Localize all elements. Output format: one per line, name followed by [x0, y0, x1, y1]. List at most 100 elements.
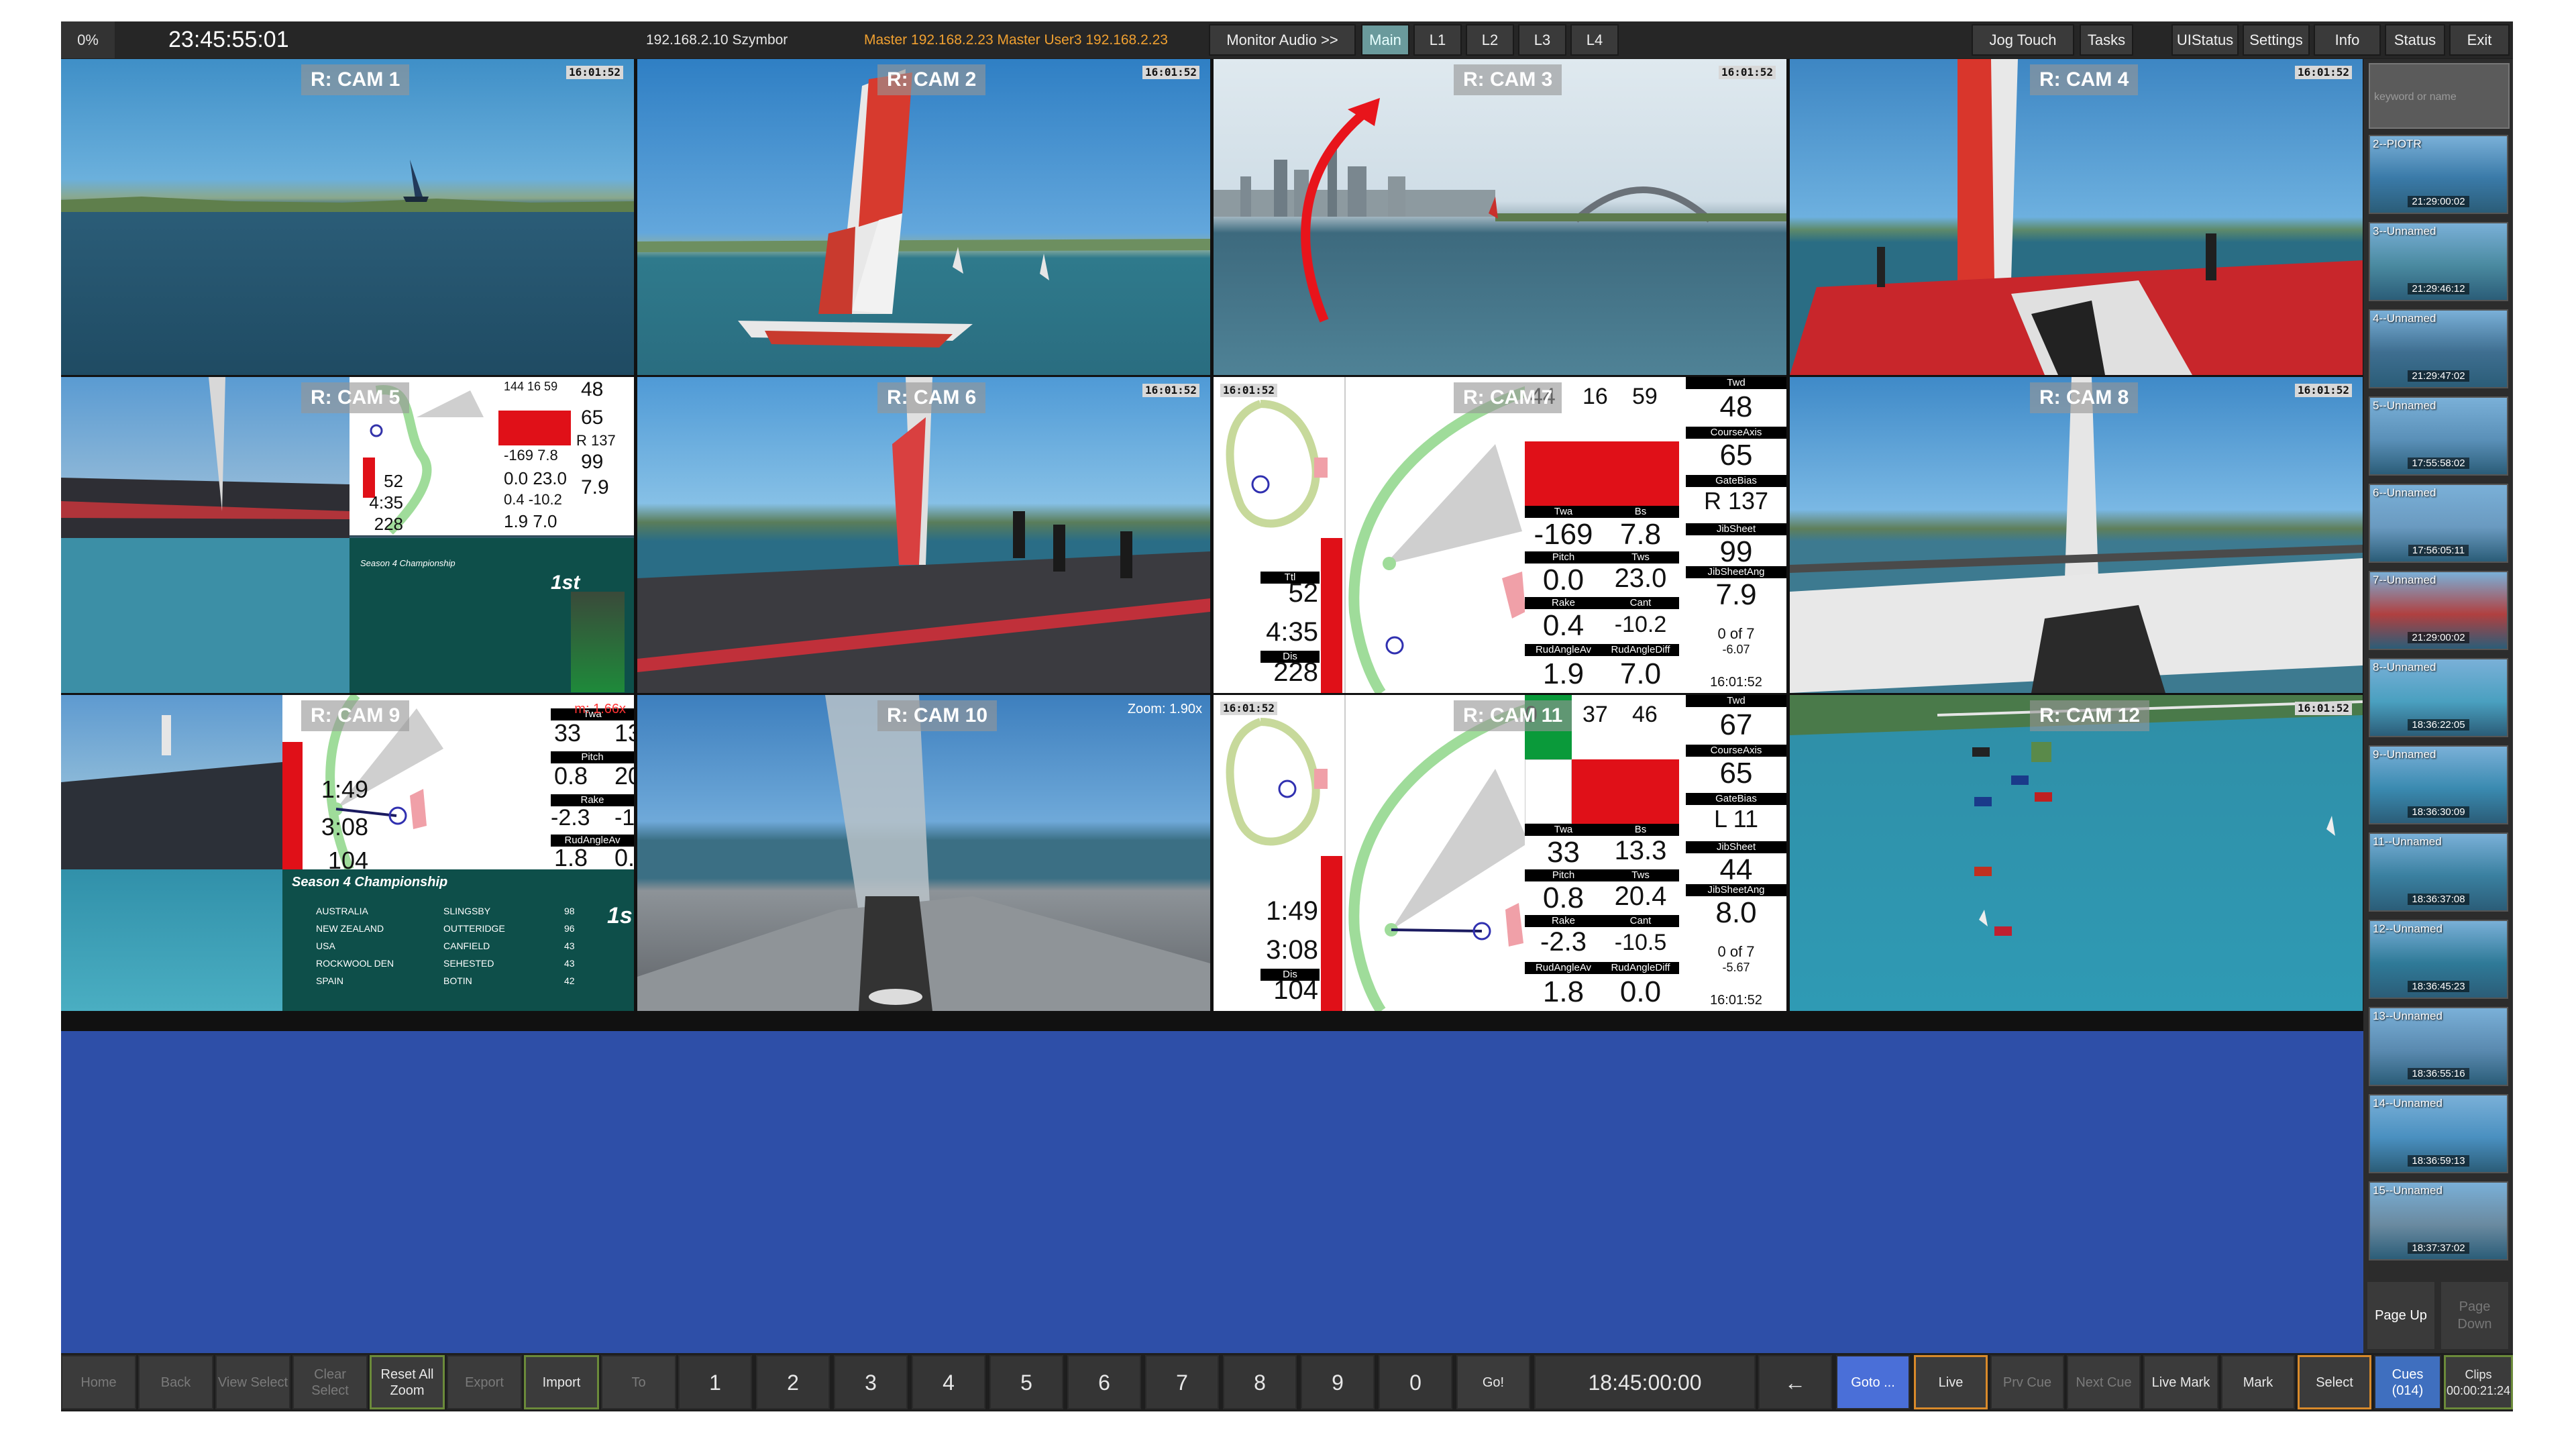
clip-timecode: 18:37:37:02: [2370, 1242, 2507, 1254]
clip-thumbnail[interactable]: 11--Unnamed 18:36:37:08: [2369, 833, 2508, 912]
camera-tile-4[interactable]: R: CAM 4 16:01:52: [1790, 59, 2363, 375]
clip-thumbnail[interactable]: 6--Unnamed 17:56:05:11: [2369, 484, 2508, 563]
clip-thumbnail[interactable]: 14--Unnamed 18:36:59:13: [2369, 1094, 2508, 1173]
telemetry-rud-av: 1.9: [1542, 657, 1585, 690]
uistatus-button[interactable]: UIStatus: [2171, 24, 2239, 56]
camera-timecode: 16:01:52: [2294, 702, 2352, 715]
clip-thumbnail[interactable]: 3--Unnamed 21:29:46:12: [2369, 222, 2508, 301]
clip-thumbnail[interactable]: 15--Unnamed 18:37:37:02: [2369, 1181, 2508, 1260]
telemetry-tws: 23.0: [1614, 564, 1667, 593]
digit-1-button[interactable]: 1: [678, 1355, 752, 1409]
empty-viewport-area[interactable]: [61, 1031, 2363, 1353]
clip-thumbnail[interactable]: 2--PIOTR 21:29:00:02: [2369, 135, 2508, 214]
backspace-button[interactable]: ←: [1758, 1355, 1832, 1409]
l3-button[interactable]: L3: [1518, 24, 1566, 56]
monitor-audio-button[interactable]: Monitor Audio >>: [1209, 24, 1356, 56]
camera-timecode: 16:01:52: [566, 66, 623, 79]
bottom-bar: Home Back View Select Clear Select Reset…: [61, 1353, 2513, 1411]
status-button[interactable]: Status: [2385, 24, 2445, 56]
clip-timecode-text: 18:36:55:16: [2408, 1068, 2469, 1079]
camera-tile-3[interactable]: R: CAM 3 16:01:52: [1214, 59, 1786, 375]
live-mark-button[interactable]: Live Mark: [2143, 1355, 2218, 1409]
standings-team: AUSTRALIA: [316, 906, 368, 916]
telemetry-rake: 0.4: [1542, 609, 1585, 642]
clip-thumbnail[interactable]: 12--Unnamed 18:36:45:23: [2369, 920, 2508, 999]
telemetry-twd-caption: Twd: [1686, 377, 1786, 389]
live-button[interactable]: Live: [1914, 1355, 1988, 1409]
standings-row: USA CANFIELD 43: [289, 938, 598, 955]
cues-button[interactable]: Cues (014): [2374, 1355, 2441, 1409]
clip-thumbnail[interactable]: 4--Unnamed 21:29:47:02: [2369, 309, 2508, 388]
digit-7-button[interactable]: 7: [1145, 1355, 1219, 1409]
telemetry-cant: -10.5: [1614, 930, 1667, 955]
clip-name: 14--Unnamed: [2373, 1097, 2443, 1110]
clip-name: 4--Unnamed: [2373, 312, 2436, 325]
digit-5-button[interactable]: 5: [989, 1355, 1063, 1409]
telemetry-row-2: 0.0 23.0: [504, 468, 567, 488]
l2-button[interactable]: L2: [1466, 24, 1514, 56]
view-select-button[interactable]: View Select: [215, 1355, 290, 1409]
digit-6-button[interactable]: 6: [1067, 1355, 1141, 1409]
camera-tile-10[interactable]: R: CAM 10 Zoom: 1.90x: [637, 695, 1210, 1011]
prv-cue-button[interactable]: Prv Cue: [1990, 1355, 2064, 1409]
goto-button[interactable]: Goto ...: [1836, 1355, 1910, 1409]
timecode-entry[interactable]: 18:45:00:00: [1534, 1355, 1756, 1409]
clip-thumbnail[interactable]: 13--Unnamed 18:36:55:16: [2369, 1007, 2508, 1086]
camera-tile-6[interactable]: R: CAM 6 16:01:52: [637, 377, 1210, 693]
clip-thumbnail[interactable]: 7--Unnamed 21:29:00:02: [2369, 571, 2508, 650]
telemetry-n1b: 13: [614, 719, 634, 747]
telemetry-rud-av-caption: RudAngleAv: [1525, 962, 1602, 974]
camera-tile-8[interactable]: R: CAM 8 16:01:52: [1790, 377, 2363, 693]
camera-tile-5[interactable]: 144 16 59 48 65 R 137 99 7.9 -169 7.8 0.…: [61, 377, 634, 693]
info-button[interactable]: Info: [2314, 24, 2381, 56]
clear-select-button[interactable]: Clear Select: [292, 1355, 368, 1409]
select-button[interactable]: Select: [2298, 1355, 2371, 1409]
clip-thumbnail[interactable]: 8--Unnamed 18:36:22:05: [2369, 658, 2508, 737]
telemetry-bs-caption: Bs: [1602, 506, 1679, 518]
telemetry-row-3: 0.4 -10.2: [504, 491, 562, 508]
page-up-button[interactable]: Page Up: [2367, 1282, 2434, 1349]
settings-button[interactable]: Settings: [2243, 24, 2310, 56]
clip-name: 6--Unnamed: [2373, 486, 2436, 499]
digit-0-button[interactable]: 0: [1379, 1355, 1452, 1409]
export-button[interactable]: Export: [447, 1355, 522, 1409]
home-button[interactable]: Home: [61, 1355, 136, 1409]
reset-all-zoom-button[interactable]: Reset All Zoom: [370, 1355, 445, 1409]
digit-4-button[interactable]: 4: [912, 1355, 985, 1409]
page-down-button[interactable]: Page Down: [2441, 1282, 2508, 1349]
clips-button[interactable]: Clips 00:00:21:24: [2444, 1355, 2513, 1409]
telemetry-time: 16:01:52: [1710, 993, 1762, 1008]
camera-tile-12[interactable]: R: CAM 12 16:01:52: [1790, 695, 2363, 1011]
import-button[interactable]: Import: [524, 1355, 599, 1409]
clip-thumbnail[interactable]: 9--Unnamed 18:36:30:09: [2369, 745, 2508, 824]
exit-button[interactable]: Exit: [2449, 24, 2510, 56]
camera-tile-9[interactable]: Twa 33 13 Pitch 0.8 20 Rake -2.3 -1( Rud…: [61, 695, 634, 1011]
camera-tile-7[interactable]: 16:01:52 44 16 59 48 Twd 65 CourseAxis R…: [1214, 377, 1786, 693]
l4-button[interactable]: L4: [1570, 24, 1619, 56]
l1-button[interactable]: L1: [1413, 24, 1462, 56]
digit-3-button[interactable]: 3: [834, 1355, 908, 1409]
clip-name: 3--Unnamed: [2373, 225, 2436, 237]
camera-tile-1[interactable]: R: CAM 1 16:01:52: [61, 59, 634, 375]
jog-touch-button[interactable]: Jog Touch: [1972, 24, 2074, 56]
telemetry-n4b: 0.: [614, 844, 634, 869]
camera-tile-2[interactable]: R: CAM 2 16:01:52: [637, 59, 1210, 375]
clip-thumbnail[interactable]: 5--Unnamed 17:55:58:02: [2369, 396, 2508, 476]
mark-button[interactable]: Mark: [2221, 1355, 2295, 1409]
go-button[interactable]: Go!: [1456, 1355, 1530, 1409]
clip-timecode: 18:36:37:08: [2370, 894, 2507, 905]
main-button[interactable]: Main: [1361, 24, 1409, 56]
camera-label: R: CAM 7: [1454, 382, 1562, 413]
to-button[interactable]: To: [601, 1355, 676, 1409]
digit-2-button[interactable]: 2: [756, 1355, 830, 1409]
clip-search-input[interactable]: keyword or name: [2369, 63, 2510, 129]
digit-9-button[interactable]: 9: [1301, 1355, 1375, 1409]
top-bar: 0% 23:45:55:01 192.168.2.10 Szymbor Mast…: [61, 21, 2513, 58]
camera-tile-11[interactable]: 0 37 46 Twd 67 CourseAxis 65 GateBias L …: [1214, 695, 1786, 1011]
tasks-button[interactable]: Tasks: [2080, 24, 2133, 56]
back-button[interactable]: Back: [138, 1355, 213, 1409]
clip-name: 15--Unnamed: [2373, 1184, 2443, 1197]
next-cue-button[interactable]: Next Cue: [2067, 1355, 2141, 1409]
digit-8-button[interactable]: 8: [1223, 1355, 1297, 1409]
telemetry-jibsheet-caption: JibSheet: [1686, 841, 1786, 853]
